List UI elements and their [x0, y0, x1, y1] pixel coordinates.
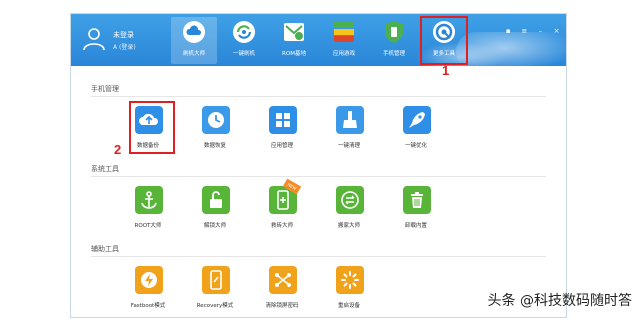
unlock-icon	[210, 191, 222, 208]
tool-recovery-mode[interactable]: Recovery模式	[190, 266, 240, 316]
tool-label: 重启设备	[337, 303, 360, 309]
tab-rom-base[interactable]: ROM基地	[271, 17, 317, 64]
tool-unlock-master[interactable]: 解锁大师	[190, 186, 240, 236]
icon-tile	[135, 266, 163, 294]
tool-app-management[interactable]: 应用管理	[257, 106, 307, 156]
tool-label: 一键清理	[337, 143, 360, 149]
annotation-marker-2: 2	[114, 142, 122, 157]
header-bar: 未登录 A (登录) 刷机大师 一键刷机 ROM基地 应用游戏 手机管理 更多工…	[71, 14, 566, 72]
tool-clear-lock-password[interactable]: 清除锁屏密码	[257, 266, 307, 316]
skin-icon[interactable]: ▪	[505, 28, 512, 35]
tab-label: 手机管理	[382, 51, 405, 57]
section-divider	[91, 96, 546, 97]
tool-reboot-device[interactable]: 重启设备	[324, 266, 374, 316]
apps-icon	[334, 22, 354, 42]
icon-tile	[336, 106, 364, 134]
section-title-system-tools: 系统工具	[91, 165, 119, 173]
icon-tile: NEW	[269, 178, 302, 214]
transfer-icon	[341, 191, 359, 209]
tool-fastboot-mode[interactable]: Fastboot模式	[123, 266, 173, 316]
tab-label: 更多工具	[432, 51, 455, 57]
clock-icon	[208, 112, 224, 128]
tool-label: 救砖大师	[270, 223, 293, 229]
icon-tile	[135, 186, 163, 214]
icon-tile	[336, 186, 364, 214]
spinner-icon	[341, 271, 359, 289]
tab-label: 应用游戏	[332, 51, 355, 57]
user-name[interactable]: 未登录	[113, 30, 134, 40]
tab-label: 刷机大师	[182, 51, 205, 57]
window-controls: ▪ ≡ – ×	[501, 18, 560, 35]
shuffle-icon	[275, 273, 291, 287]
tool-label: Fastboot模式	[130, 303, 166, 309]
login-link[interactable]: A (登录)	[113, 42, 136, 51]
tool-label: Recovery模式	[196, 303, 234, 309]
tab-phone-management[interactable]: 手机管理	[371, 17, 417, 64]
tool-label: 一键优化	[404, 143, 427, 149]
anchor-icon	[141, 191, 157, 209]
icon-tile	[403, 106, 431, 134]
watermark: 头条 @科技数码随时答	[487, 293, 632, 309]
tool-label: 数据恢复	[203, 143, 226, 149]
highlight-data-backup	[129, 101, 175, 154]
tool-one-click-optimize[interactable]: 一键优化	[391, 106, 441, 156]
tool-label: 解锁大师	[203, 223, 226, 229]
menu-icon[interactable]: ≡	[521, 28, 528, 35]
flash-master-window: 未登录 A (登录) 刷机大师 一键刷机 ROM基地 应用游戏 手机管理 更多工…	[70, 13, 567, 318]
rocket-icon	[409, 112, 425, 128]
trash-icon	[411, 192, 423, 208]
tool-data-restore[interactable]: 数据恢复	[190, 106, 240, 156]
tool-move-master[interactable]: 搬家大师	[324, 186, 374, 236]
avatar-icon[interactable]	[81, 25, 107, 51]
icon-tile	[202, 186, 230, 214]
broom-icon	[343, 111, 357, 128]
section-divider	[91, 256, 546, 257]
tab-more-tools[interactable]: 更多工具	[420, 16, 468, 65]
gift-icon	[284, 23, 304, 41]
icon-tile	[202, 266, 230, 294]
tab-label: 一键刷机	[232, 51, 255, 57]
tool-root-master[interactable]: ROOT大师	[123, 186, 173, 236]
refresh-icon	[233, 21, 255, 43]
tool-label: 清除锁屏密码	[265, 303, 299, 309]
minimize-icon[interactable]: –	[537, 28, 544, 35]
phone-shield-icon	[385, 21, 403, 43]
tab-label: ROM基地	[282, 51, 306, 57]
tool-one-click-clean[interactable]: 一键清理	[324, 106, 374, 156]
phone-recovery-icon	[210, 270, 222, 290]
tool-label: 卸载内置	[404, 223, 427, 229]
tool-label: 应用管理	[270, 143, 293, 149]
section-divider	[91, 176, 546, 177]
tool-label: 搬家大师	[337, 223, 360, 229]
icon-tile	[269, 106, 297, 134]
tool-rescue-master[interactable]: NEW 救砖大师	[257, 178, 307, 236]
tool-label: ROOT大师	[134, 223, 162, 229]
close-icon[interactable]: ×	[553, 28, 560, 35]
settings-icon	[433, 21, 455, 43]
icon-tile	[269, 266, 297, 294]
bolt-icon	[141, 272, 157, 288]
tab-flash-master[interactable]: 刷机大师	[171, 17, 217, 64]
tab-one-click-flash[interactable]: 一键刷机	[221, 17, 267, 64]
tab-apps-games[interactable]: 应用游戏	[321, 17, 367, 64]
icon-tile	[336, 266, 364, 294]
cloud-icon	[183, 21, 205, 43]
icon-tile	[202, 106, 230, 134]
icon-tile	[403, 186, 431, 214]
grid-icon	[276, 113, 290, 127]
tool-uninstall-builtin[interactable]: 卸载内置	[391, 186, 441, 236]
annotation-marker-1: 1	[442, 63, 450, 78]
section-title-auxiliary-tools: 辅助工具	[91, 245, 119, 253]
section-title-phone-management: 手机管理	[91, 85, 119, 93]
